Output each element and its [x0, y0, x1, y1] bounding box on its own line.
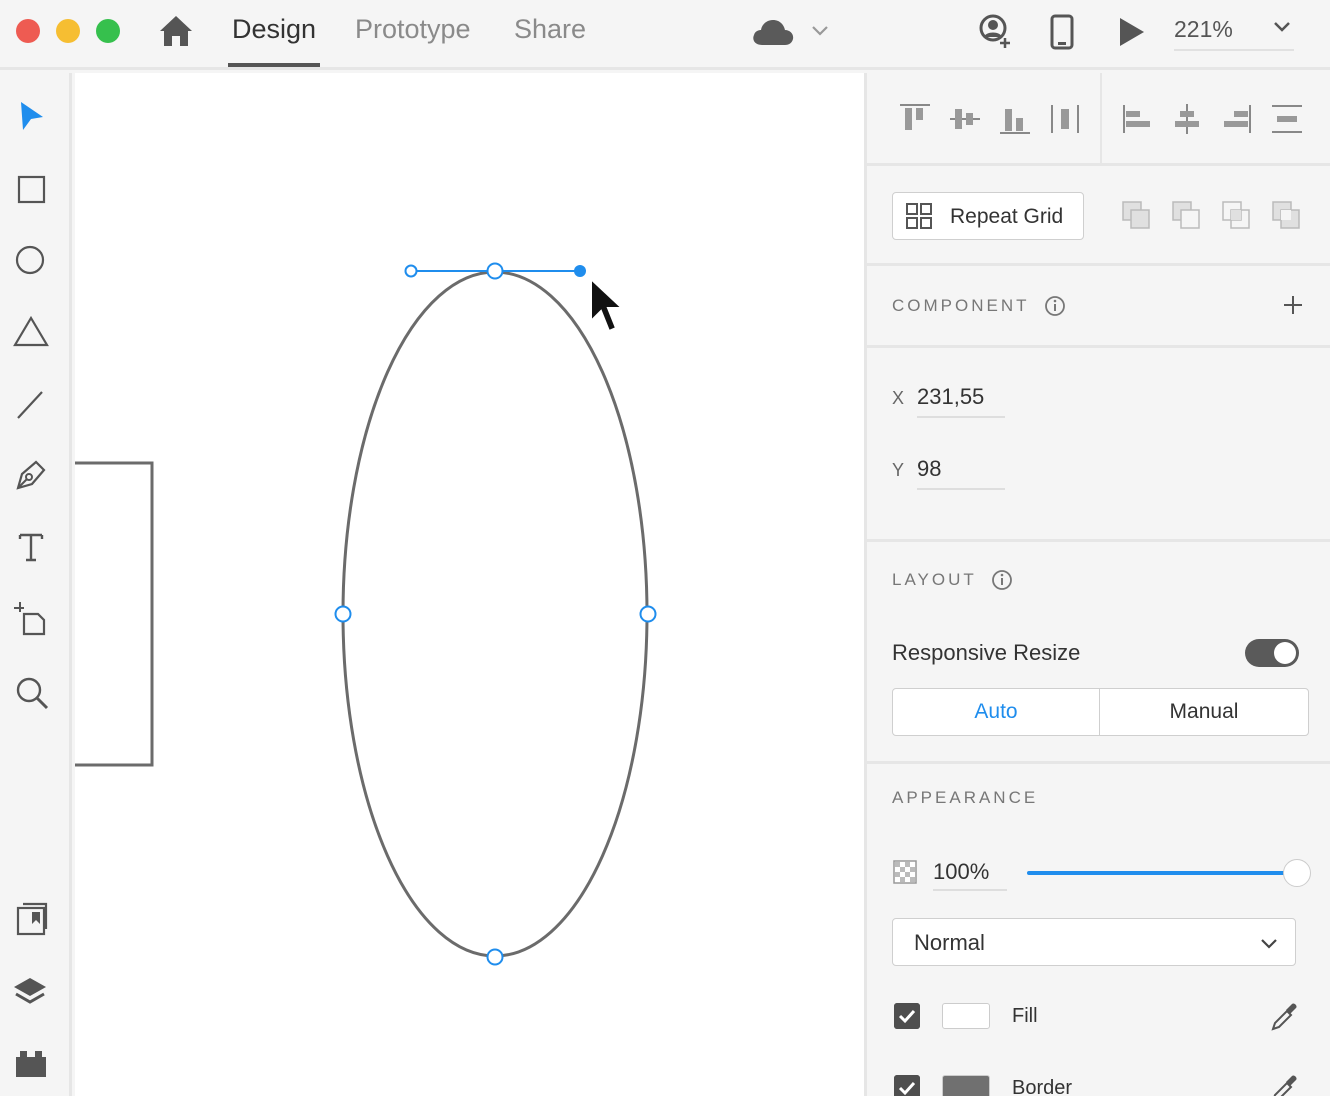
ellipse-shape[interactable] — [341, 270, 649, 958]
play-preview-icon[interactable] — [1114, 14, 1150, 50]
appearance-title: APPEARANCE — [892, 788, 1039, 807]
blend-mode-value: Normal — [914, 930, 985, 955]
anchor-point-left[interactable] — [334, 605, 352, 623]
resize-auto-button[interactable]: Auto — [892, 688, 1100, 736]
fill-checkbox[interactable] — [894, 1003, 920, 1029]
layers-icon[interactable] — [12, 972, 52, 1012]
toggle-knob — [1274, 642, 1296, 664]
align-right-icon[interactable] — [1219, 101, 1255, 137]
rectangle-icon[interactable] — [12, 170, 52, 210]
zoom-chevron-down-icon[interactable] — [1270, 14, 1294, 38]
bezier-handle-left[interactable] — [404, 264, 418, 278]
invite-user-icon[interactable] — [977, 14, 1013, 50]
align-section — [867, 73, 1330, 166]
x-position-field[interactable]: 231,55 — [917, 384, 1005, 418]
zoom-icon[interactable] — [12, 673, 52, 713]
design-canvas[interactable] — [75, 73, 864, 1096]
layout-info-icon[interactable] — [991, 569, 1013, 591]
border-label: Border — [1012, 1077, 1073, 1096]
opacity-field[interactable]: 100% — [933, 859, 1007, 891]
home-icon[interactable] — [158, 14, 194, 48]
distribute-vertical-icon[interactable] — [1269, 101, 1305, 137]
resize-manual-button[interactable]: Manual — [1099, 688, 1309, 736]
opacity-slider-track[interactable] — [1027, 871, 1297, 875]
select-icon[interactable] — [12, 98, 52, 138]
component-title: COMPONENT — [892, 296, 1030, 315]
tool-sidebar — [0, 73, 72, 1096]
grid-icon — [906, 203, 932, 229]
tab-prototype[interactable]: Prototype — [355, 14, 471, 54]
align-middle-icon[interactable] — [947, 101, 983, 137]
opacity-checker-icon — [893, 860, 917, 884]
component-info-icon[interactable] — [1044, 295, 1066, 317]
property-inspector: Repeat Grid COMPONENT X 231,55 Y 98 LAYO… — [864, 73, 1330, 1096]
maximize-window-button[interactable] — [96, 19, 120, 43]
plugins-icon[interactable] — [12, 1043, 52, 1083]
y-label: Y — [892, 460, 905, 480]
align-top-icon[interactable] — [897, 101, 933, 137]
tab-share[interactable]: Share — [514, 14, 586, 54]
anchor-point-right[interactable] — [639, 605, 657, 623]
layout-title: LAYOUT — [892, 570, 977, 589]
rectangle-shape[interactable] — [75, 461, 154, 767]
device-preview-icon[interactable] — [1044, 14, 1080, 50]
fill-eyedropper-icon[interactable] — [1267, 999, 1301, 1033]
responsive-resize-toggle[interactable] — [1245, 639, 1299, 667]
distribute-horizontal-icon[interactable] — [1047, 101, 1083, 137]
artboard-icon[interactable] — [12, 600, 52, 640]
ellipse-icon[interactable] — [12, 241, 52, 281]
assets-icon[interactable] — [12, 900, 52, 940]
blend-mode-select[interactable]: Normal — [892, 918, 1296, 966]
boolean-subtract-icon[interactable] — [1170, 199, 1204, 233]
pen-icon[interactable] — [12, 456, 52, 496]
border-color-swatch[interactable] — [942, 1075, 990, 1096]
close-window-button[interactable] — [16, 19, 40, 43]
bezier-handle-right[interactable] — [574, 265, 586, 277]
border-eyedropper-icon[interactable] — [1267, 1071, 1301, 1096]
line-icon[interactable] — [12, 384, 52, 424]
boolean-exclude-icon[interactable] — [1270, 199, 1304, 233]
align-left-icon[interactable] — [1119, 101, 1155, 137]
canvas-artwork — [75, 262, 657, 966]
cloud-menu-chevron-icon[interactable] — [810, 20, 830, 40]
x-label: X — [892, 388, 905, 408]
anchor-point-top[interactable] — [486, 262, 504, 280]
chevron-down-icon — [1261, 939, 1277, 949]
boolean-intersect-icon[interactable] — [1220, 199, 1254, 233]
y-position-field[interactable]: 98 — [917, 456, 1005, 490]
repeat-grid-label: Repeat Grid — [950, 205, 1064, 228]
add-component-icon[interactable] — [1282, 294, 1304, 316]
repeat-grid-button[interactable]: Repeat Grid — [892, 192, 1084, 240]
fill-color-swatch[interactable] — [942, 1003, 990, 1029]
minimize-window-button[interactable] — [56, 19, 80, 43]
align-bottom-icon[interactable] — [997, 101, 1033, 137]
cloud-icon[interactable] — [750, 17, 796, 47]
align-center-icon[interactable] — [1169, 101, 1205, 137]
polygon-icon[interactable] — [12, 313, 52, 353]
top-toolbar: Design Prototype Share 221% — [0, 0, 1330, 70]
align-divider — [1100, 73, 1102, 166]
tab-design[interactable]: Design — [232, 14, 316, 54]
text-icon[interactable] — [12, 528, 52, 568]
active-tab-indicator — [228, 63, 320, 67]
anchor-point-bottom[interactable] — [486, 948, 504, 966]
responsive-resize-label: Responsive Resize — [892, 640, 1081, 665]
mouse-cursor-icon — [590, 276, 625, 333]
boolean-add-icon[interactable] — [1120, 199, 1154, 233]
fill-label: Fill — [1012, 1005, 1038, 1027]
opacity-slider-handle[interactable] — [1283, 859, 1311, 887]
border-checkbox[interactable] — [894, 1075, 920, 1096]
transform-section — [867, 348, 1330, 542]
